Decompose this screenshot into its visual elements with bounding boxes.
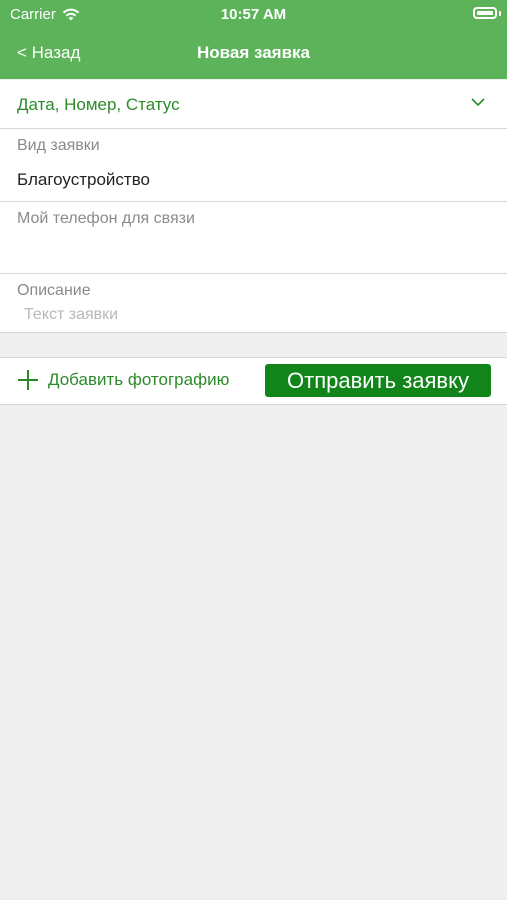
request-type-field[interactable]: Благоустройство: [17, 170, 150, 190]
request-form: Вид заявки Благоустройство Мой телефон д…: [0, 129, 507, 333]
battery-tip: [499, 11, 501, 16]
divider: [0, 201, 507, 202]
add-photo-label: Добавить фотографию: [48, 370, 230, 389]
battery-icon: [473, 7, 497, 19]
filter-dropdown-label: Дата, Номер, Статус: [17, 95, 180, 114]
send-request-button[interactable]: Отправить заявку: [265, 364, 491, 397]
filter-dropdown[interactable]: Дата, Номер, Статус: [0, 80, 507, 129]
chevron-down-icon: [471, 98, 485, 107]
add-photo-button[interactable]: Добавить фотографию: [17, 369, 229, 391]
page-title: Новая заявка: [197, 43, 310, 62]
navigation-bar: < Назад Новая заявка: [0, 28, 507, 79]
actions-bar: Добавить фотографию Отправить заявку: [0, 357, 507, 405]
divider: [0, 273, 507, 274]
phone-label: Мой телефон для связи: [17, 210, 195, 227]
request-type-label: Вид заявки: [17, 137, 100, 154]
plus-icon: [17, 369, 39, 391]
phone-field[interactable]: [17, 239, 487, 263]
description-input[interactable]: Текст заявки: [24, 306, 118, 324]
description-label: Описание: [17, 282, 91, 299]
header-bar: Carrier 10:57 AM < Назад Новая заявка: [0, 0, 507, 79]
clock: 10:57 AM: [220, 6, 287, 23]
status-bar: Carrier 10:57 AM: [0, 0, 507, 28]
